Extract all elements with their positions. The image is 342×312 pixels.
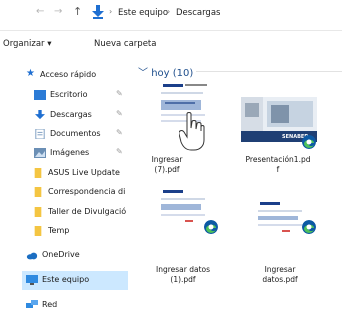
network-icon (26, 300, 38, 308)
folder-icon (34, 168, 42, 178)
download-icon (35, 110, 45, 120)
navigation-pane: ★ Acceso rápido Escritorio ✎ Descargas ✎… (0, 56, 132, 312)
pdf-thumbnail (252, 200, 308, 234)
downloads-icon (92, 5, 104, 19)
sidebar-item-red[interactable]: Red (0, 296, 132, 312)
group-header-label: hoy (10) (151, 68, 194, 79)
file-item[interactable]: Ingresar (7).pdf (145, 82, 220, 182)
organize-button[interactable]: Organizar ▾ (3, 39, 52, 49)
sidebar-item-descargas[interactable]: Descargas ✎ (0, 106, 132, 125)
folder-icon (34, 226, 42, 236)
file-name: Presentación1.pd f (245, 155, 311, 174)
file-name: Ingresar datos.pdf (262, 265, 298, 284)
breadcrumb-separator: › (109, 7, 113, 16)
file-item[interactable]: Ingresar datos.pdf (238, 188, 320, 288)
group-header-hoy[interactable]: ﹀ hoy (10) (138, 64, 193, 79)
sidebar-item-label: OneDrive (42, 250, 80, 259)
pdf-thumbnail (155, 188, 211, 228)
folder-icon (34, 207, 42, 217)
sidebar-item-label: ASUS Live Update (48, 168, 120, 177)
sidebar-item-label: Red (42, 300, 58, 309)
sidebar-item-quick-access[interactable]: ★ Acceso rápido (0, 66, 132, 85)
back-arrow-icon[interactable]: ← (36, 6, 44, 17)
file-item[interactable]: Ingresar datos (1).pdf (145, 188, 225, 288)
sidebar-item-este-equipo[interactable]: Este equipo (22, 271, 128, 290)
sidebar-item-label: Documentos (50, 129, 101, 138)
desktop-folder-icon (34, 90, 46, 100)
divider (196, 71, 342, 72)
sidebar-item-taller-divulgacion[interactable]: Taller de Divulgació (0, 203, 132, 222)
sidebar-item-label: Este equipo (42, 275, 90, 284)
sidebar-item-documentos[interactable]: Documentos ✎ (0, 125, 132, 144)
sidebar-item-label: Imágenes (50, 148, 90, 157)
hand-cursor-icon (179, 112, 205, 151)
pin-icon[interactable]: ✎ (116, 128, 123, 137)
command-bar: Organizar ▾ Nueva carpeta (0, 30, 342, 54)
edge-icon (302, 135, 316, 149)
pin-icon[interactable]: ✎ (116, 147, 123, 156)
breadcrumb-este-equipo[interactable]: Este equipo (118, 8, 168, 18)
folder-icon (34, 187, 42, 197)
sidebar-item-imagenes[interactable]: Imágenes ✎ (0, 144, 132, 163)
computer-icon (26, 275, 38, 285)
sidebar-item-temp[interactable]: Temp (0, 222, 132, 241)
forward-arrow-icon[interactable]: → (54, 6, 62, 17)
breadcrumb-separator: › (167, 7, 171, 16)
sidebar-item-label: Escritorio (50, 90, 88, 99)
sidebar-item-asus-live-update[interactable]: ASUS Live Update (0, 164, 132, 183)
breadcrumb-descargas[interactable]: Descargas (176, 8, 220, 18)
sidebar-item-label: Acceso rápido (40, 70, 97, 79)
sidebar-item-correspondencia[interactable]: Correspondencia di (0, 183, 132, 202)
cloud-icon (26, 252, 38, 260)
edge-icon (204, 220, 218, 234)
edge-icon (302, 220, 316, 234)
pictures-icon (34, 148, 46, 158)
file-name: Ingresar datos (1).pdf (155, 265, 211, 284)
sidebar-item-label: Descargas (50, 110, 92, 119)
star-icon: ★ (26, 68, 35, 79)
up-arrow-icon[interactable]: ↑ (73, 5, 82, 18)
pin-icon[interactable]: ✎ (116, 89, 123, 98)
file-name: Ingresar (7).pdf (151, 155, 183, 174)
chevron-down-icon: ﹀ (138, 68, 148, 79)
address-bar: ← → ↑ › Este equipo › Descargas (0, 0, 342, 28)
new-folder-button[interactable]: Nueva carpeta (94, 39, 156, 49)
sidebar-item-label: Temp (48, 226, 70, 235)
sidebar-item-label: Taller de Divulgació (48, 207, 127, 216)
sidebar-item-label: Correspondencia di (48, 187, 126, 196)
documents-icon (35, 129, 45, 139)
file-item[interactable]: SENABED Presentación1.pd f (238, 82, 320, 182)
sidebar-item-escritorio[interactable]: Escritorio ✎ (0, 86, 132, 105)
pin-icon[interactable]: ✎ (116, 109, 123, 118)
sidebar-item-onedrive[interactable]: OneDrive (0, 246, 132, 265)
